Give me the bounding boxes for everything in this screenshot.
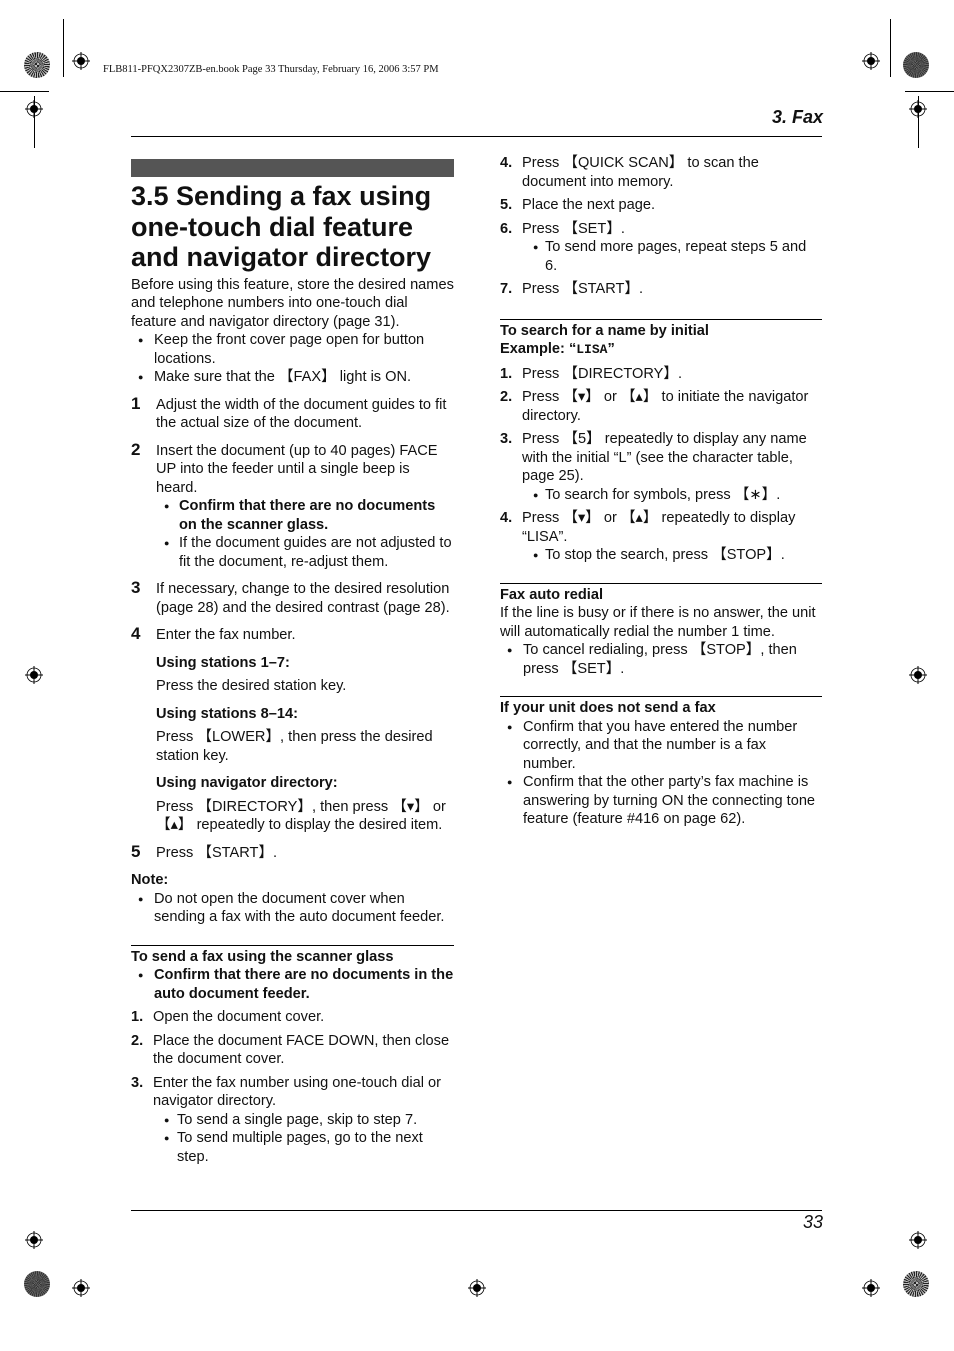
section-bar — [131, 159, 454, 177]
substep-text: Press the desired station key. — [156, 678, 347, 694]
header-rule — [131, 136, 822, 137]
section-bullet: Confirm that there are no documents in t… — [131, 966, 454, 1003]
registration-mark-icon — [909, 1231, 927, 1249]
section-heading: If your unit does not send a fax — [500, 700, 716, 716]
registration-mark-icon — [862, 52, 880, 70]
numbered-step: 1. Open the document cover. — [131, 1009, 325, 1025]
substep-text: Press 【LOWER】, then press the desired st… — [156, 729, 433, 764]
section-heading: Fax auto redial — [500, 586, 603, 603]
note-bullet: Do not open the document cover when send… — [131, 890, 454, 927]
registration-mark-icon — [862, 1279, 880, 1297]
registration-mark-icon — [72, 52, 90, 70]
section-bullet: Confirm that you have entered the number… — [500, 718, 822, 774]
step: 3 If necessary, change to the desired res… — [131, 578, 450, 616]
right-column: 4. Press 【QUICK SCAN】 to scan the documen… — [500, 154, 822, 829]
crop-mark — [905, 91, 954, 92]
section-not-send: If your unit does not send a fax Confirm… — [500, 696, 822, 829]
crop-mark — [63, 19, 64, 77]
registration-mark-icon — [72, 1279, 90, 1297]
step: 1 Adjust the width of the document guides… — [131, 393, 447, 431]
step: 2 Insert the document (up to 40 pages) FA… — [131, 439, 438, 496]
section-heading: To search for a name by initial — [500, 322, 709, 339]
step-bullet: To search for symbols, press 【∗】. — [500, 486, 822, 505]
step-bullet: To stop the search, press 【STOP】. — [500, 546, 822, 565]
section-search-initial: To search for a name by initial Example:… — [500, 318, 822, 565]
substep-heading: Using stations 1–7: — [156, 654, 290, 671]
section-heading: To send a fax using the scanner glass — [131, 948, 394, 965]
page-number: 33 — [802, 1212, 823, 1232]
registration-mark-icon — [909, 100, 927, 118]
print-slug: FLB811-PFQX2307ZB-en.book Page 33 Thursd… — [103, 64, 439, 75]
intro-text: Before using this feature, store the des… — [131, 276, 454, 330]
substep-text: Press 【DIRECTORY】, then press 【▾】 or 【▴】… — [156, 798, 446, 834]
step: 4 Enter the fax number. — [131, 624, 296, 643]
numbered-step: 2. Place the document FACE DOWN, then clo… — [131, 1032, 450, 1068]
numbered-step: 4. Press 【▾】 or 【▴】 repeatedly to display… — [500, 510, 796, 545]
section-text: If the line is busy or if there is no an… — [500, 605, 816, 640]
color-registration-icon — [903, 52, 929, 78]
section-scanner-glass: To send a fax using the scanner glass Co… — [131, 944, 454, 1167]
numbered-step: 3. Press 【5】 repeatedly to display any na… — [500, 431, 807, 484]
section-bullet: To cancel redialing, press 【STOP】, then … — [500, 641, 822, 678]
footer-rule — [131, 1210, 822, 1211]
registration-mark-icon — [25, 1231, 43, 1249]
chapter-title: 3. Fax — [771, 107, 823, 127]
intro-bullet: Keep the front cover page open for butto… — [131, 331, 454, 368]
page-title: 3.5 Sending a fax using one-touch dial f… — [131, 181, 432, 272]
registration-mark-icon — [468, 1279, 486, 1297]
step-bullet: If the document guides are not adjusted … — [131, 534, 454, 571]
registration-mark-icon — [909, 666, 927, 684]
step: 5 Press 【START】. — [131, 841, 278, 861]
step-bullet: To send more pages, repeat steps 5 and 6… — [500, 238, 822, 275]
example-line: Example: “LISA” — [500, 341, 615, 357]
numbered-step: 2. Press 【▾】 or 【▴】 to initiate the navig… — [500, 389, 809, 424]
substep-heading: Using stations 8–14: — [156, 705, 298, 722]
intro-bullet: Make sure that the 【FAX】 light is ON. — [131, 368, 454, 387]
numbered-step: 4. Press 【QUICK SCAN】 to scan the documen… — [500, 155, 759, 190]
color-registration-icon — [903, 1271, 929, 1297]
registration-mark-icon — [25, 100, 43, 118]
numbered-step: 3. Enter the fax number using one-touch d… — [131, 1074, 441, 1110]
crop-mark — [0, 91, 49, 92]
step-bullet: Confirm that there are no documents on t… — [131, 497, 454, 534]
registration-mark-icon — [25, 666, 43, 684]
color-registration-icon — [24, 1271, 50, 1297]
substep-heading: Using navigator directory: — [156, 775, 338, 791]
color-registration-icon — [24, 52, 50, 78]
left-column: 3.5 Sending a fax using one-touch dial f… — [131, 159, 454, 1166]
step-bullet: To send a single page, skip to step 7. — [131, 1111, 454, 1130]
note-label: Note: — [131, 872, 169, 888]
numbered-step: 6. Press 【SET】. — [500, 220, 625, 237]
step-bullet: To send multiple pages, go to the next s… — [131, 1129, 454, 1166]
numbered-step: 1. Press 【DIRECTORY】. — [500, 365, 683, 382]
section-auto-redial: Fax auto redial If the line is busy or i… — [500, 582, 822, 679]
section-bullet: Confirm that the other party’s fax machi… — [500, 773, 822, 829]
numbered-step: 5. Place the next page. — [500, 197, 656, 213]
numbered-step: 7. Press 【START】. — [500, 281, 644, 297]
crop-mark — [890, 19, 891, 77]
